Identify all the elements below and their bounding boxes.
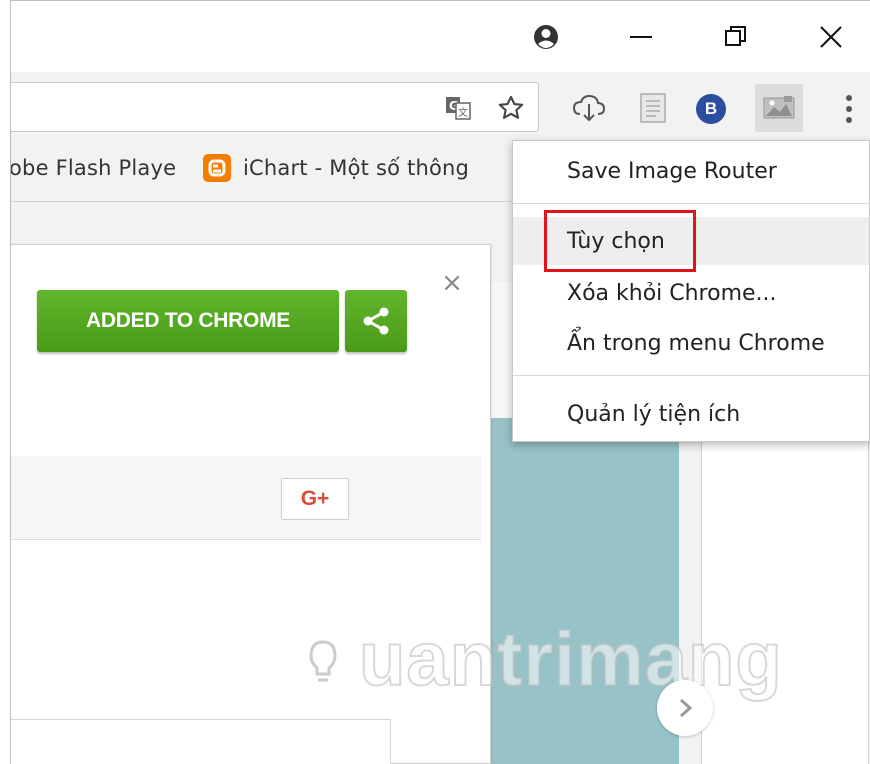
cloud-download-icon[interactable]: [567, 88, 611, 128]
menu-divider: [513, 375, 869, 376]
teal-panel: [481, 418, 679, 764]
highlight-annotation: [544, 210, 696, 272]
b-extension-icon[interactable]: B: [693, 91, 729, 127]
account-icon[interactable]: [521, 15, 571, 59]
watermark-text: uantrimang: [358, 617, 783, 702]
b-extension-badge: B: [696, 94, 726, 124]
social-bar: [11, 456, 481, 540]
menu-item-manage-extensions[interactable]: Quản lý tiện ích: [513, 390, 869, 438]
save-image-router-icon[interactable]: [755, 84, 803, 132]
extension-context-menu: Save Image Router Tùy chọn Xóa khỏi Chro…: [512, 140, 870, 442]
lower-box: [11, 719, 391, 764]
close-icon[interactable]: [806, 15, 856, 59]
menu-item-remove-from-chrome[interactable]: Xóa khỏi Chrome...: [513, 269, 869, 317]
share-button[interactable]: [345, 290, 407, 352]
added-to-chrome-button[interactable]: ADDED TO CHROME: [37, 290, 339, 352]
star-icon[interactable]: [495, 92, 527, 124]
menu-item-hide-in-menu[interactable]: Ẩn trong menu Chrome: [513, 319, 869, 367]
right-panel: [701, 440, 869, 764]
google-plus-button[interactable]: G+: [281, 478, 349, 520]
bookmark-ichart[interactable]: iChart - Một số thông: [243, 156, 469, 180]
blogger-icon: [203, 154, 231, 182]
close-card-icon[interactable]: ×: [439, 270, 465, 296]
reader-icon[interactable]: [631, 88, 675, 128]
bookmark-flash-player[interactable]: obe Flash Playe: [11, 156, 176, 180]
menu-title-save-image-router[interactable]: Save Image Router: [513, 147, 869, 195]
restore-icon[interactable]: [711, 15, 761, 59]
next-arrow-icon[interactable]: [657, 680, 713, 736]
menu-divider: [513, 203, 869, 204]
translate-icon[interactable]: G文: [443, 94, 473, 122]
minimize-icon[interactable]: [616, 15, 666, 59]
more-vert-icon[interactable]: [837, 92, 861, 126]
svg-text:文: 文: [458, 106, 468, 119]
share-icon: [363, 307, 389, 335]
watermark-logo-icon: [283, 622, 363, 702]
title-bar: [11, 0, 870, 72]
